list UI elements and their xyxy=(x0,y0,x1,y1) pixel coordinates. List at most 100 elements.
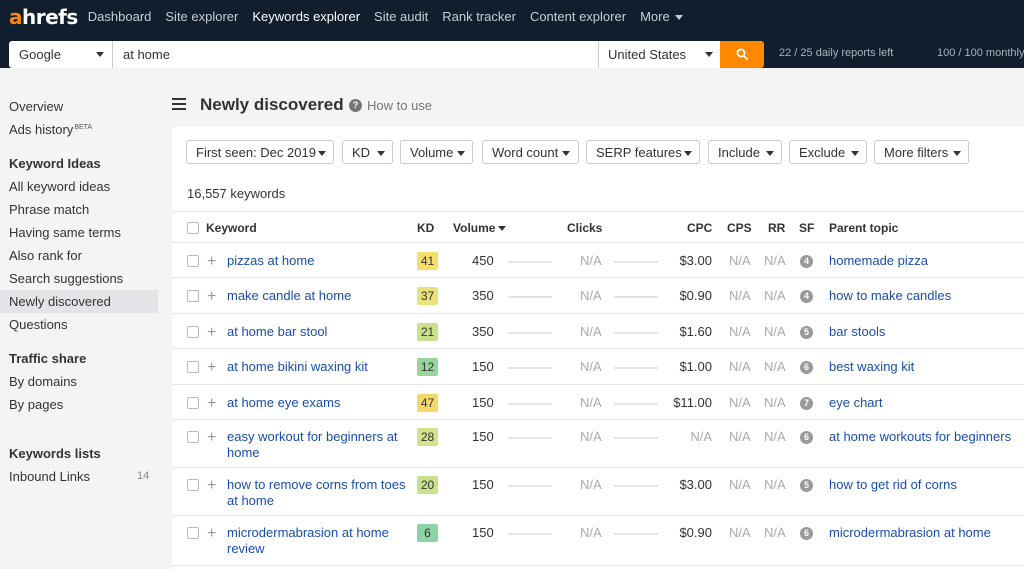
serp-features-badge[interactable]: 6 xyxy=(800,361,813,374)
ahrefs-logo[interactable]: ahrefs xyxy=(9,5,78,29)
filter-more-filters[interactable]: More filters xyxy=(874,140,969,164)
nav-more[interactable]: More xyxy=(640,9,683,24)
row-checkbox[interactable] xyxy=(187,290,199,302)
keyword-link[interactable]: at home bar stool xyxy=(227,324,327,340)
parent-topic-link[interactable]: at home workouts for beginners xyxy=(829,429,1011,444)
rr-value: N/A xyxy=(764,324,786,339)
add-to-list-icon[interactable]: + xyxy=(207,325,216,341)
keyword-link[interactable]: at home eye exams xyxy=(227,395,340,411)
keyword-link[interactable]: how to remove corns from toes at home xyxy=(227,477,407,509)
volume-value: 150 xyxy=(472,477,494,492)
sidebar-item-by-domains[interactable]: By domains xyxy=(9,374,77,389)
parent-topic-link[interactable]: microdermabrasion at home xyxy=(829,525,991,540)
sidebar-item-phrase-match[interactable]: Phrase match xyxy=(9,202,89,217)
sidebar-item-questions[interactable]: Questions xyxy=(9,317,68,332)
column-header-rr[interactable]: RR xyxy=(768,221,785,235)
cpc-value: $0.90 xyxy=(679,525,712,540)
keyword-link[interactable]: easy workout for beginners at home xyxy=(227,429,407,461)
filter-kd[interactable]: KD xyxy=(342,140,393,164)
column-header-cps[interactable]: CPS xyxy=(727,221,752,235)
add-to-list-icon[interactable]: + xyxy=(207,526,216,542)
search-button[interactable] xyxy=(720,41,764,68)
cpc-value: $11.00 xyxy=(673,395,712,410)
column-header-volume[interactable]: Volume xyxy=(453,221,507,235)
parent-topic-link[interactable]: how to get rid of corns xyxy=(829,477,957,492)
serp-features-badge[interactable]: 6 xyxy=(800,431,813,444)
keyword-link[interactable]: microdermabrasion at home review xyxy=(227,525,407,557)
sidebar-item-by-pages[interactable]: By pages xyxy=(9,397,63,412)
parent-topic-link[interactable]: homemade pizza xyxy=(829,253,928,268)
add-to-list-icon[interactable]: + xyxy=(207,430,216,446)
filter-include[interactable]: Include xyxy=(708,140,782,164)
cpc-value: $1.60 xyxy=(679,324,712,339)
menu-icon[interactable] xyxy=(172,98,186,113)
filter-word-count[interactable]: Word count xyxy=(482,140,579,164)
cps-value: N/A xyxy=(729,395,751,410)
keyword-link[interactable]: make candle at home xyxy=(227,288,351,304)
nav-content-explorer[interactable]: Content explorer xyxy=(530,9,626,24)
keyword-link[interactable]: pizzas at home xyxy=(227,253,314,269)
add-to-list-icon[interactable]: + xyxy=(207,396,216,412)
column-header-sf[interactable]: SF xyxy=(799,221,814,235)
parent-topic-link[interactable]: how to make candles xyxy=(829,288,951,303)
country-value: United States xyxy=(608,47,687,62)
sidebar-item-all-keyword-ideas[interactable]: All keyword ideas xyxy=(9,179,110,194)
column-header-kd[interactable]: KD xyxy=(417,221,434,235)
cpc-value: $3.00 xyxy=(679,253,712,268)
select-all-checkbox[interactable] xyxy=(187,222,199,234)
sidebar-item-ads-history[interactable]: Ads historyBETA xyxy=(9,122,92,137)
serp-features-badge[interactable]: 4 xyxy=(800,290,813,303)
row-checkbox[interactable] xyxy=(187,479,199,491)
rr-value: N/A xyxy=(764,359,786,374)
nav-dashboard[interactable]: Dashboard xyxy=(88,9,152,24)
column-header-cpc[interactable]: CPC xyxy=(687,221,712,235)
row-checkbox[interactable] xyxy=(187,326,199,338)
volume-value: 150 xyxy=(472,429,494,444)
column-header-clicks[interactable]: Clicks xyxy=(567,221,602,235)
serp-features-badge[interactable]: 5 xyxy=(800,479,813,492)
filter-first-seen[interactable]: First seen: Dec 2019 xyxy=(186,140,334,164)
filter-label: Include xyxy=(718,145,760,160)
search-bar: Google at home United States 22 / 25 dai… xyxy=(0,33,1024,68)
how-to-use-link[interactable]: ? How to use xyxy=(349,98,432,113)
sidebar-item-having-same-terms[interactable]: Having same terms xyxy=(9,225,121,240)
add-to-list-icon[interactable]: + xyxy=(207,478,216,494)
row-checkbox[interactable] xyxy=(187,361,199,373)
nav-site-explorer[interactable]: Site explorer xyxy=(165,9,238,24)
nav-rank-tracker[interactable]: Rank tracker xyxy=(442,9,516,24)
serp-features-badge[interactable]: 7 xyxy=(800,397,813,410)
filter-volume[interactable]: Volume xyxy=(400,140,473,164)
search-input[interactable]: at home xyxy=(113,41,598,68)
search-engine-select[interactable]: Google xyxy=(9,41,113,68)
column-header-keyword[interactable]: Keyword xyxy=(206,221,257,235)
sidebar-item-also-rank-for[interactable]: Also rank for xyxy=(9,248,82,263)
row-checkbox[interactable] xyxy=(187,397,199,409)
serp-features-badge[interactable]: 6 xyxy=(800,527,813,540)
filter-exclude[interactable]: Exclude xyxy=(789,140,867,164)
row-checkbox[interactable] xyxy=(187,255,199,267)
sidebar-item-inbound-links[interactable]: Inbound Links xyxy=(9,469,90,484)
add-to-list-icon[interactable]: + xyxy=(207,360,216,376)
row-checkbox[interactable] xyxy=(187,431,199,443)
add-to-list-icon[interactable]: + xyxy=(207,289,216,305)
nav-site-audit[interactable]: Site audit xyxy=(374,9,428,24)
nav-keywords-explorer[interactable]: Keywords explorer xyxy=(252,9,360,24)
volume-value: 150 xyxy=(472,359,494,374)
add-to-list-icon[interactable]: + xyxy=(207,254,216,270)
column-header-parent-topic[interactable]: Parent topic xyxy=(829,221,898,235)
sidebar-item-search-suggestions[interactable]: Search suggestions xyxy=(9,271,123,286)
serp-features-badge[interactable]: 5 xyxy=(800,326,813,339)
sidebar-item-overview[interactable]: Overview xyxy=(9,99,63,114)
volume-value: 150 xyxy=(472,395,494,410)
parent-topic-link[interactable]: eye chart xyxy=(829,395,882,410)
serp-features-badge[interactable]: 4 xyxy=(800,255,813,268)
keyword-link[interactable]: at home bikini waxing kit xyxy=(227,359,368,375)
country-select[interactable]: United States xyxy=(598,41,720,68)
row-checkbox[interactable] xyxy=(187,527,199,539)
filter-serp-features[interactable]: SERP features xyxy=(586,140,700,164)
parent-topic-link[interactable]: best waxing kit xyxy=(829,359,914,374)
chevron-down-icon xyxy=(318,151,326,156)
parent-topic-link[interactable]: bar stools xyxy=(829,324,885,339)
cpc-value: $1.00 xyxy=(679,359,712,374)
sidebar-item-newly-discovered[interactable]: Newly discovered xyxy=(9,294,111,309)
